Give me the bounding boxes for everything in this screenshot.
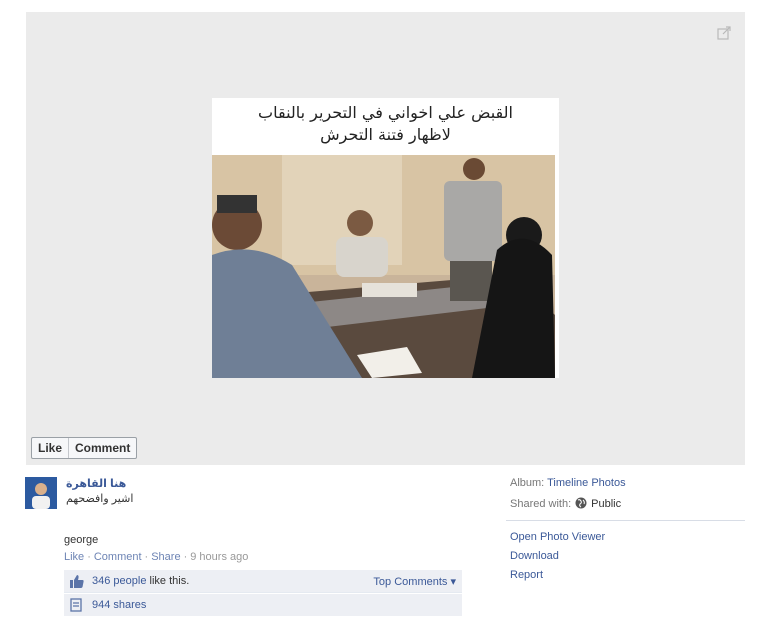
action-share[interactable]: Share [151, 551, 180, 563]
photo-stage: القبض علي اخواني في التحرير بالنقاب لاظه… [26, 12, 745, 465]
open-photo-viewer-link[interactable]: Open Photo Viewer [510, 531, 605, 543]
likes-count-link[interactable]: 346 people [92, 575, 146, 587]
comment-button[interactable]: Comment [68, 438, 136, 458]
shares-summary: 944 shares [64, 594, 462, 616]
shared-with-label: Shared with: [510, 498, 572, 510]
photo[interactable]: القبض علي اخواني في التحرير بالنقاب لاظه… [212, 98, 559, 378]
avatar-image [25, 477, 57, 509]
expand-icon[interactable] [717, 26, 731, 40]
download-link[interactable]: Download [510, 550, 559, 562]
comment-author: george [64, 534, 99, 546]
separator-dot: · [87, 551, 91, 563]
post-actions: Like · Comment · Share · 9 hours ago [64, 551, 248, 563]
caption-line-1: القبض علي اخواني في التحرير بالنقاب [258, 103, 513, 122]
action-comment[interactable]: Comment [94, 551, 142, 563]
shared-with-value: Public [591, 498, 622, 510]
like-comment-bar: Like Comment [31, 437, 138, 459]
like-button[interactable]: Like [32, 438, 68, 458]
top-comments-dropdown[interactable]: Top Comments ▾ [373, 575, 456, 588]
post-time[interactable]: 9 hours ago [190, 551, 248, 563]
separator-dot: · [183, 551, 188, 563]
likes-summary: 346 people like this. Top Comments ▾ [64, 570, 462, 593]
shared-with-info: Shared with: Public [510, 497, 621, 510]
office-scene-image [212, 155, 555, 378]
globe-icon [575, 497, 587, 509]
share-icon [70, 598, 82, 612]
separator-dot: · [144, 551, 149, 563]
post-text: اشير وافضحهم [66, 493, 134, 505]
album-label: Album: [510, 477, 545, 489]
action-like[interactable]: Like [64, 551, 84, 563]
report-link[interactable]: Report [510, 569, 543, 581]
album-info: Album: Timeline Photos [510, 477, 626, 489]
caret-down-icon: ▾ [450, 576, 456, 588]
page-name[interactable]: هنا القاهرة [66, 477, 126, 490]
likes-text: 346 people like this. [92, 575, 189, 587]
caption-line-2: لاظهار فتنة التحرش [320, 125, 451, 144]
album-link[interactable]: Timeline Photos [547, 477, 625, 489]
divider [506, 520, 745, 521]
top-comments-label: Top Comments [373, 576, 448, 588]
likes-suffix: like this. [146, 575, 190, 587]
page-avatar[interactable] [25, 477, 57, 509]
thumbs-up-icon [70, 575, 84, 588]
shares-count[interactable]: 944 shares [92, 599, 146, 611]
photo-caption: القبض علي اخواني في التحرير بالنقاب لاظه… [212, 98, 559, 154]
